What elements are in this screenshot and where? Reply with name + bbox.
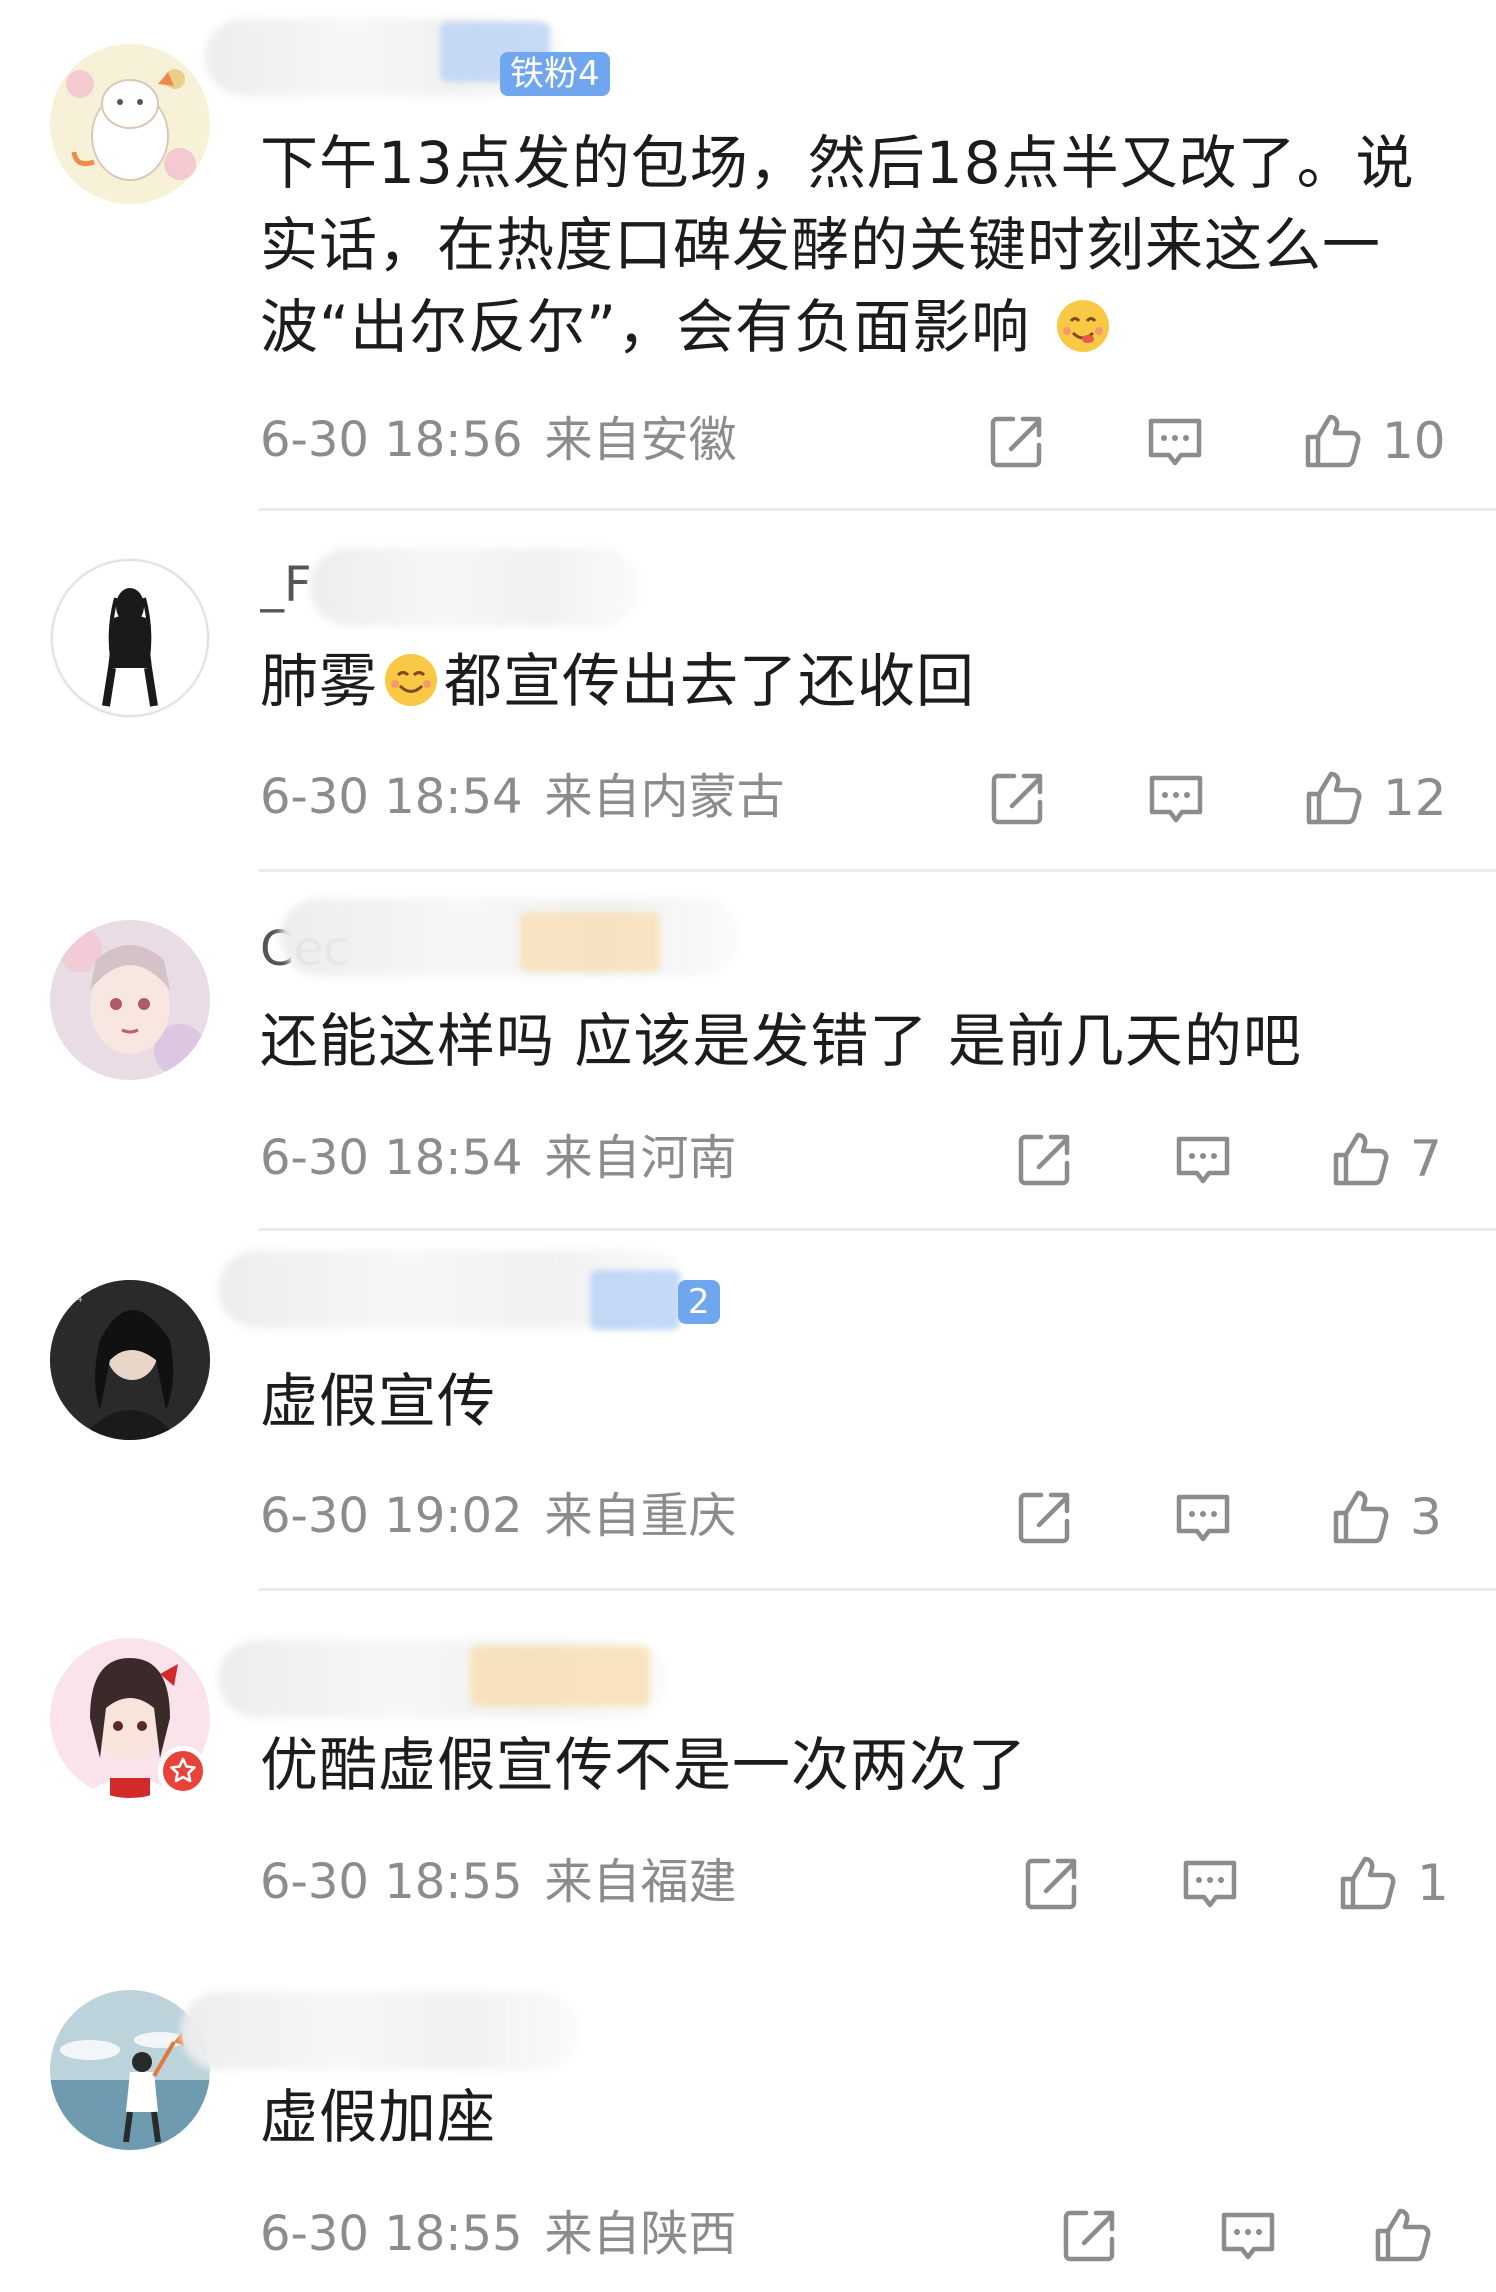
thumbs-up-icon: [1301, 766, 1365, 830]
comment-meta: 6-30 18:56 来自安徽: [260, 410, 737, 470]
comment-icon: [1143, 409, 1207, 473]
comment-text: 肺雾 都宣传出去了还收回: [260, 640, 1460, 722]
divider: [258, 869, 1496, 872]
comment-text: 下午13点发的包场，然后18点半又改了。说实话，在热度口碑发酵的关键时刻来这么一…: [260, 122, 1460, 368]
comment-date: 6-30 18:55: [260, 2206, 523, 2262]
username-redaction-tint: [520, 912, 660, 972]
yummy-face-emoji: [1054, 294, 1112, 352]
comment-meta: 6-30 18:55 来自陕西: [260, 2204, 737, 2264]
comment-date: 6-30 18:56: [260, 412, 523, 468]
comment-meta: 6-30 18:55 来自福建: [260, 1852, 737, 1912]
comment-location: 来自安徽: [544, 412, 737, 468]
avatar[interactable]: [50, 920, 210, 1080]
share-button[interactable]: [985, 406, 1049, 476]
share-button[interactable]: [986, 763, 1050, 833]
thumbs-up-icon: [1370, 2203, 1434, 2267]
comment-icon: [1144, 766, 1208, 830]
comment-location: 来自河南: [544, 1130, 737, 1186]
smile-emoji: [382, 648, 440, 706]
comment-text-part: 肺雾: [260, 647, 379, 715]
divider: [258, 508, 1496, 511]
username-redaction: [310, 548, 640, 626]
share-button[interactable]: [1020, 1848, 1084, 1918]
username-redaction: [180, 1992, 580, 2070]
like-count: 10: [1382, 412, 1446, 470]
comment-location: 来自福建: [544, 1854, 737, 1910]
comment-icon: [1171, 1127, 1235, 1191]
comment-location: 来自内蒙古: [544, 769, 785, 825]
thumbs-up-icon: [1300, 409, 1364, 473]
comment-location: 来自陕西: [544, 2206, 737, 2262]
comment-date: 6-30 19:02: [260, 1488, 523, 1544]
like-button[interactable]: 1: [1335, 1848, 1449, 1918]
comment-location: 来自重庆: [544, 1488, 737, 1544]
comment-list: 铁粉4 下午13点发的包场，然后18点半又改了。说实话，在热度口碑发酵的关键时刻…: [0, 0, 1496, 2292]
like-count: 7: [1410, 1130, 1442, 1188]
share-button[interactable]: [1013, 1124, 1077, 1194]
like-button[interactable]: 10: [1300, 406, 1446, 476]
username-redaction-tint: [590, 1270, 680, 1330]
comment-date: 6-30 18:54: [260, 769, 523, 825]
thumbs-up-icon: [1328, 1127, 1392, 1191]
fan-level-badge: 2: [678, 1280, 720, 1324]
like-count: 12: [1383, 769, 1447, 827]
share-icon: [1013, 1485, 1077, 1549]
comment-date: 6-30 18:54: [260, 1130, 523, 1186]
verified-badge: [158, 1746, 208, 1796]
share-icon: [1013, 1127, 1077, 1191]
like-count: 3: [1410, 1488, 1442, 1546]
reply-button[interactable]: [1143, 406, 1207, 476]
like-button[interactable]: 7: [1328, 1124, 1442, 1194]
comment-text: 优酷虚假宣传不是一次两次了: [260, 1731, 1028, 1799]
comment-text: 还能这样吗 应该是发错了 是前几天的吧: [260, 1007, 1302, 1075]
divider: [258, 1228, 1496, 1231]
share-icon: [1020, 1851, 1084, 1915]
like-button[interactable]: [1370, 2200, 1452, 2270]
reply-button[interactable]: [1216, 2200, 1280, 2270]
share-button[interactable]: [1013, 1482, 1077, 1552]
thumbs-up-icon: [1328, 1485, 1392, 1549]
reply-button[interactable]: [1171, 1482, 1235, 1552]
svg-text:034: 034: [60, 1291, 83, 1305]
comment-date: 6-30 18:55: [260, 1854, 523, 1910]
comment-meta: 6-30 19:02 来自重庆: [260, 1486, 737, 1546]
reply-button[interactable]: [1144, 763, 1208, 833]
share-icon: [985, 409, 1049, 473]
like-button[interactable]: 12: [1301, 763, 1447, 833]
avatar[interactable]: 034: [50, 1280, 210, 1440]
like-count: 1: [1417, 1854, 1449, 1912]
comment-icon: [1171, 1485, 1235, 1549]
comment-text-part: 都宣传出去了还收回: [444, 647, 976, 715]
avatar[interactable]: [50, 558, 210, 718]
reply-button[interactable]: [1178, 1848, 1242, 1918]
comment-text: 虚假宣传: [260, 1367, 497, 1435]
avatar[interactable]: [50, 44, 210, 204]
share-icon: [986, 766, 1050, 830]
comment-icon: [1178, 1851, 1242, 1915]
comment-meta: 6-30 18:54 来自河南: [260, 1128, 737, 1188]
comment-text: 虚假加座: [260, 2083, 497, 2151]
like-button[interactable]: 3: [1328, 1482, 1442, 1552]
comment-meta: 6-30 18:54 来自内蒙古: [260, 767, 785, 827]
comment-text-body: 下午13点发的包场，然后18点半又改了。说实话，在热度口碑发酵的关键时刻来这么一…: [260, 129, 1415, 361]
comment-icon: [1216, 2203, 1280, 2267]
share-icon: [1058, 2203, 1122, 2267]
thumbs-up-icon: [1335, 1851, 1399, 1915]
fan-level-badge: 铁粉4: [500, 52, 610, 96]
divider: [258, 1588, 1496, 1591]
reply-button[interactable]: [1171, 1124, 1235, 1194]
username-redaction-tint: [470, 1646, 650, 1706]
username-redaction: [280, 898, 740, 976]
share-button[interactable]: [1058, 2200, 1122, 2270]
